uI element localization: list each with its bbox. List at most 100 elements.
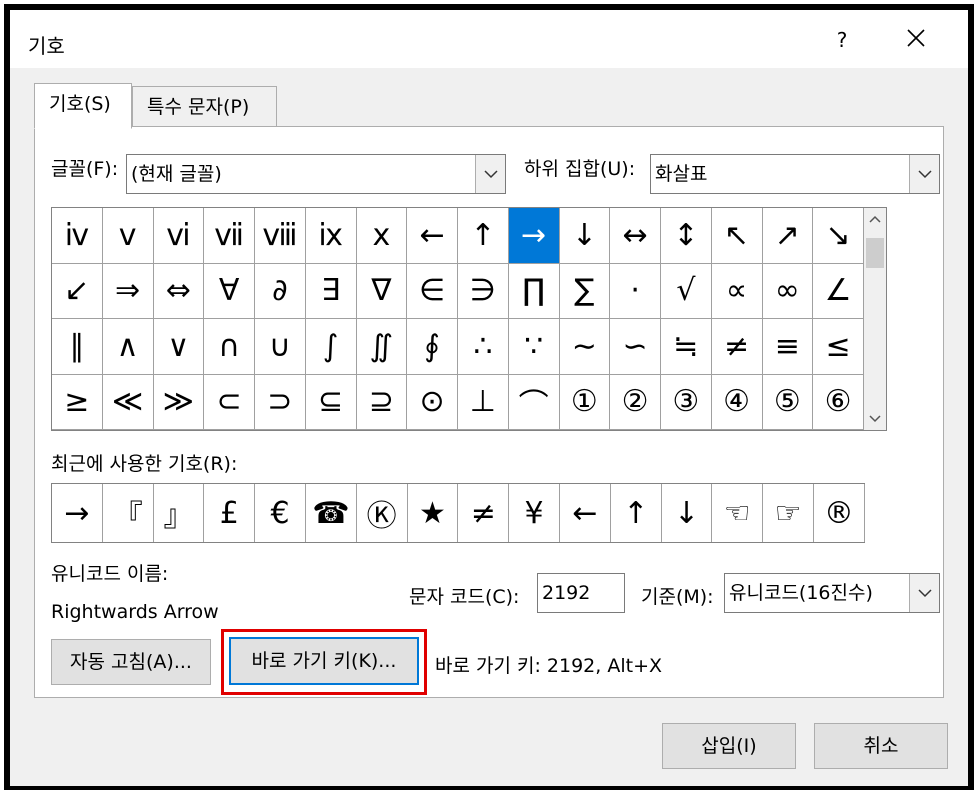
- recent-symbol-cell[interactable]: ®: [814, 484, 865, 542]
- recent-symbol-cell[interactable]: £: [204, 484, 256, 542]
- symbol-cell[interactable]: ∨: [153, 319, 205, 375]
- symbol-cell[interactable]: ⅳ: [52, 208, 103, 264]
- symbol-cell[interactable]: ⅶ: [204, 208, 255, 264]
- symbol-cell[interactable]: ⅵ: [153, 208, 205, 264]
- symbol-cell[interactable]: ⇒: [102, 263, 154, 319]
- symbol-cell[interactable]: ⊃: [255, 374, 306, 430]
- symbol-grid-scrollbar[interactable]: [864, 208, 886, 430]
- symbol-cell[interactable]: ≤: [813, 319, 864, 375]
- symbol-cell[interactable]: ⅸ: [305, 208, 357, 264]
- symbol-cell[interactable]: ∴: [458, 319, 509, 375]
- symbol-cell[interactable]: ⊆: [305, 374, 357, 430]
- tab-symbols[interactable]: 기호(S): [34, 83, 132, 129]
- insert-button[interactable]: 삽입(I): [662, 723, 796, 769]
- recent-symbol-cell[interactable]: ←: [560, 484, 611, 542]
- symbol-cell[interactable]: ⊂: [204, 374, 255, 430]
- symbol-cell[interactable]: ⇔: [153, 263, 205, 319]
- symbol-cell[interactable]: ∃: [305, 263, 357, 319]
- subset-dropdown-button[interactable]: [909, 155, 939, 193]
- shortcut-key-button[interactable]: 바로 가기 키(K)...: [229, 637, 419, 685]
- recent-symbol-cell[interactable]: ↑: [611, 484, 662, 542]
- char-code-input[interactable]: 2192: [537, 573, 625, 613]
- symbol-cell[interactable]: ∪: [255, 319, 306, 375]
- symbol-cell[interactable]: ∈: [407, 263, 458, 319]
- recent-symbol-cell[interactable]: Ⓚ: [357, 484, 408, 542]
- symbol-cell-selected[interactable]: →: [508, 208, 560, 264]
- scroll-up-arrow[interactable]: [864, 208, 886, 230]
- symbol-cell[interactable]: ⅴ: [102, 208, 154, 264]
- symbol-cell[interactable]: ≒: [661, 319, 712, 375]
- symbol-cell[interactable]: ∼: [559, 319, 611, 375]
- symbol-cell[interactable]: ·: [610, 263, 661, 319]
- cancel-button[interactable]: 취소: [814, 723, 948, 769]
- font-select[interactable]: (현재 글꼴): [126, 154, 506, 194]
- recent-symbol-cell[interactable]: 』: [154, 484, 205, 542]
- symbol-cell[interactable]: ↑: [458, 208, 509, 264]
- symbol-cell[interactable]: ②: [610, 374, 661, 430]
- recent-symbol-cell[interactable]: ↓: [662, 484, 713, 542]
- symbol-cell[interactable]: ∧: [102, 319, 154, 375]
- symbol-cell[interactable]: ∮: [407, 319, 458, 375]
- symbol-cell[interactable]: ↙: [52, 263, 103, 319]
- symbol-cell[interactable]: ∩: [204, 319, 255, 375]
- symbol-cell[interactable]: ∠: [813, 263, 864, 319]
- recent-symbol-cell[interactable]: €: [255, 484, 306, 542]
- subset-select[interactable]: 화살표: [650, 154, 940, 194]
- from-select[interactable]: 유니코드(16진수): [724, 573, 940, 613]
- recent-symbol-cell[interactable]: ☜: [712, 484, 764, 542]
- symbol-cell[interactable]: ⅷ: [255, 208, 306, 264]
- recent-symbol-cell[interactable]: ★: [408, 484, 459, 542]
- symbol-cell[interactable]: ∀: [204, 263, 255, 319]
- symbol-cell[interactable]: ↓: [559, 208, 611, 264]
- symbol-cell[interactable]: ①: [559, 374, 611, 430]
- symbol-cell[interactable]: ⅹ: [356, 208, 408, 264]
- from-dropdown-button[interactable]: [909, 574, 939, 612]
- close-button[interactable]: [892, 22, 940, 58]
- autocorrect-button[interactable]: 자동 고침(A)...: [51, 639, 211, 685]
- symbol-cell[interactable]: ∬: [356, 319, 408, 375]
- symbol-cell[interactable]: ④: [711, 374, 763, 430]
- font-dropdown-button[interactable]: [475, 155, 505, 193]
- symbol-cell[interactable]: ∞: [762, 263, 814, 319]
- symbol-cell[interactable]: ↕: [661, 208, 712, 264]
- symbol-cell[interactable]: ∝: [711, 263, 763, 319]
- symbol-cell[interactable]: ③: [661, 374, 712, 430]
- symbol-cell[interactable]: ⌒: [508, 374, 560, 430]
- symbol-cell[interactable]: ≠: [711, 319, 763, 375]
- symbol-cell[interactable]: ≫: [153, 374, 205, 430]
- symbol-cell[interactable]: ∑: [559, 263, 611, 319]
- symbol-cell[interactable]: ↘: [813, 208, 864, 264]
- symbol-cell[interactable]: ⊙: [407, 374, 458, 430]
- symbol-cell[interactable]: ↔: [610, 208, 661, 264]
- symbol-cell[interactable]: ∫: [305, 319, 357, 375]
- symbol-cell[interactable]: ∏: [508, 263, 560, 319]
- recent-symbol-cell[interactable]: ¥: [509, 484, 560, 542]
- help-button[interactable]: ?: [822, 22, 862, 58]
- recent-symbol-cell[interactable]: ≠: [458, 484, 510, 542]
- symbol-cell[interactable]: ≪: [102, 374, 154, 430]
- symbol-cell[interactable]: ⊥: [458, 374, 509, 430]
- symbol-cell[interactable]: ∥: [52, 319, 103, 375]
- symbol-cell[interactable]: √: [661, 263, 712, 319]
- recent-symbol-cell[interactable]: ☞: [763, 484, 814, 542]
- recent-symbol-cell[interactable]: ☎: [306, 484, 357, 542]
- symbol-cell[interactable]: ∋: [458, 263, 509, 319]
- recent-symbol-cell[interactable]: 『: [103, 484, 154, 542]
- symbol-cell[interactable]: ∽: [610, 319, 661, 375]
- symbol-cell[interactable]: ←: [407, 208, 458, 264]
- recent-symbols-label: 최근에 사용한 기호(R):: [51, 453, 238, 475]
- symbol-cell[interactable]: ↖: [711, 208, 763, 264]
- symbol-cell[interactable]: ⊇: [356, 374, 408, 430]
- recent-symbol-cell[interactable]: →: [52, 484, 103, 542]
- symbol-cell[interactable]: ≥: [52, 374, 103, 430]
- symbol-cell[interactable]: ⑥: [813, 374, 864, 430]
- tab-special-characters[interactable]: 특수 문자(P): [132, 86, 277, 127]
- symbol-cell[interactable]: ≡: [762, 319, 814, 375]
- symbol-cell[interactable]: ↗: [762, 208, 814, 264]
- scroll-down-arrow[interactable]: [864, 408, 886, 430]
- symbol-cell[interactable]: ∇: [356, 263, 408, 319]
- symbol-cell[interactable]: ⑤: [762, 374, 814, 430]
- symbol-cell[interactable]: ∵: [508, 319, 560, 375]
- symbol-cell[interactable]: ∂: [255, 263, 306, 319]
- scroll-thumb[interactable]: [866, 238, 884, 268]
